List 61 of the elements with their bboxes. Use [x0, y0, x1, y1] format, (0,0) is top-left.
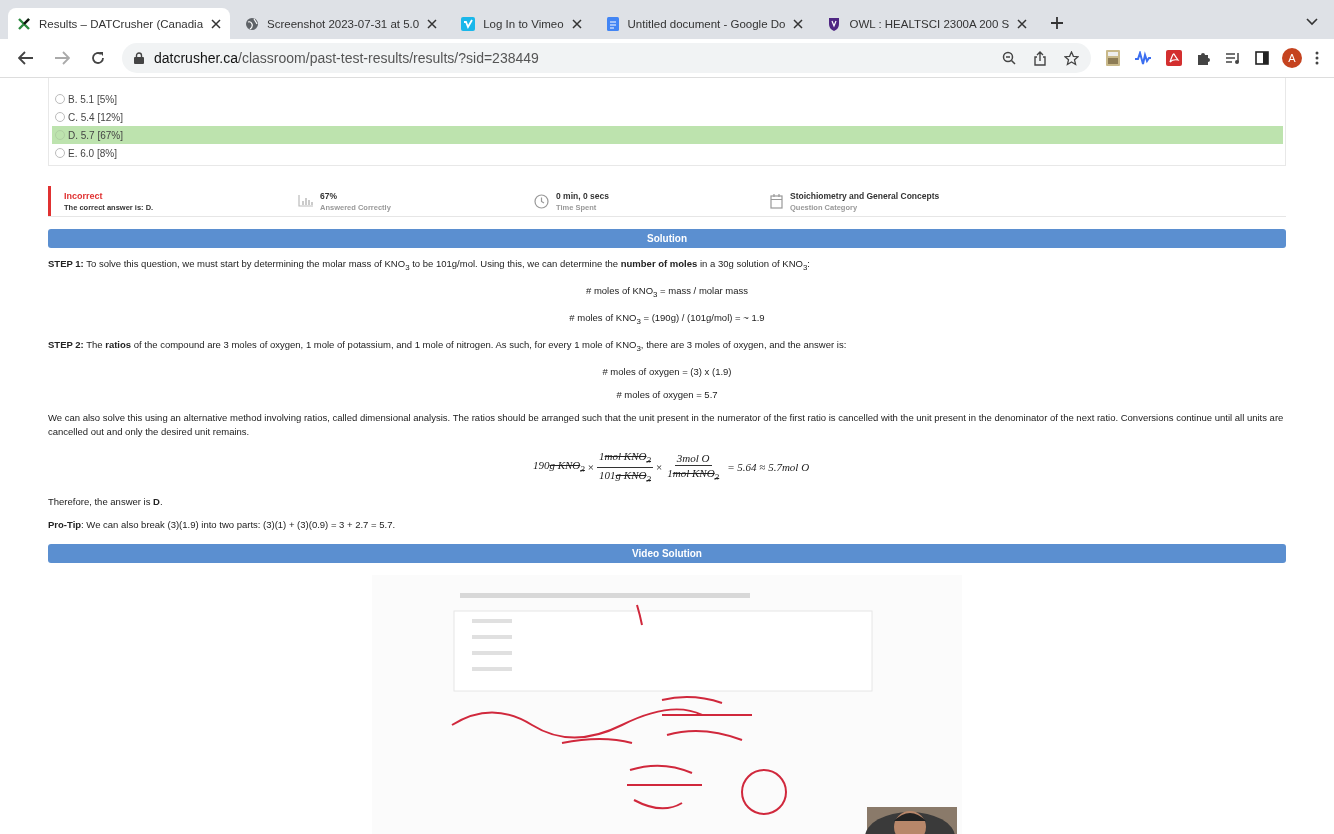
- stat-value: 0 min, 0 secs: [556, 190, 609, 201]
- close-icon[interactable]: [793, 18, 804, 29]
- close-icon[interactable]: [427, 18, 438, 29]
- more-icon[interactable]: [1315, 51, 1319, 65]
- chevron-down-icon[interactable]: [1306, 18, 1318, 26]
- url-text: datcrusher.ca/classroom/past-test-results/results/?sid=238449: [154, 50, 539, 66]
- reload-icon[interactable]: [90, 50, 106, 66]
- math-term: 190g KNO$_{3}$: [532, 458, 585, 477]
- bar-chart-icon: [298, 195, 313, 207]
- paragraph: Pro-Tip: We can also break (3)(1.9) into two parts: (3)(1) + (3)(0.9) = 3 + 2.7 = 5.7.: [48, 517, 397, 532]
- answer-option[interactable]: C. 5.4 [12%]: [52, 108, 1283, 126]
- section-header: Solution: [48, 229, 1286, 248]
- vimeo-icon: [461, 16, 476, 31]
- stat-value: 67%: [320, 190, 338, 201]
- result-status: Incorrect: [64, 190, 103, 201]
- equation: # moles of oxygen = 5.7: [615, 387, 719, 402]
- browser-tab[interactable]: Untitled document - Google Do: [596, 8, 813, 39]
- close-icon[interactable]: [1017, 18, 1028, 29]
- star-icon[interactable]: [1064, 50, 1079, 66]
- paragraph: We can also solve this using an alternative method involving ratios, called dimensional analysis. The ratios should be arranged such that the unit present in the numerator of the first ratio is cancelled with the unit present in the denominator of the next ratio. Conversions continue until all units are cancelled out and only the desired unit remains.: [48, 410, 1285, 439]
- address-bar[interactable]: datcrusher.ca/classroom/past-test-results/results/?sid=238449: [122, 43, 1091, 73]
- puzzle-icon[interactable]: [1196, 50, 1211, 66]
- browser-tab[interactable]: Screenshot 2023-07-31 at 5.0: [236, 8, 447, 39]
- share-icon[interactable]: [1034, 50, 1046, 66]
- browser-tab[interactable]: Results – DATCrusher (Canadia: [8, 8, 231, 39]
- math-fraction: 1mol KNO$_{3}$ 101g KNO$_{3}$: [597, 448, 653, 486]
- answer-option[interactable]: E. 6.0 [8%]: [52, 144, 1283, 162]
- profile-avatar[interactable]: A: [1282, 48, 1302, 68]
- math-fraction: 3mol O 1mol KNO$_{3}$: [666, 450, 721, 484]
- answer-option[interactable]: D. 5.7 [67%]: [52, 126, 1283, 144]
- equation: # moles of KNO$_{3}$ = (190g) / (101g/mol) = ~ 1.9: [568, 310, 766, 328]
- paragraph: STEP 2: The ratios of the compound are 3 moles of oxygen, 1 mole of potassium, and 1 mole of nitrogen. As such, for every 1 mole of KNO$_{3}$, there are 3 moles of oxygen, and the answer is:: [48, 337, 848, 355]
- x-logo-icon: [17, 16, 31, 31]
- playlist-icon[interactable]: [1225, 52, 1241, 64]
- globe-icon: [245, 16, 260, 31]
- calendar-icon: [770, 193, 783, 209]
- shield-icon: [827, 16, 842, 31]
- math-operator: ×: [656, 460, 663, 475]
- paragraph: STEP 1: To solve this question, we must start by determining the molar mass of KNO$_{3}$ to be 101g/mol. Using this, we can determine the number of moles in a 30g solution of KNO$_{3}$:: [48, 257, 811, 274]
- paragraph: Therefore, the answer is D.: [48, 494, 164, 509]
- answer-option[interactable]: B. 5.1 [5%]: [52, 90, 1283, 108]
- math-operator: ×: [587, 460, 595, 475]
- browser-tab[interactable]: Log In to Vimeo: [452, 8, 591, 39]
- math-result: = 5.64 ≈ 5.7mol O: [727, 460, 810, 475]
- close-icon[interactable]: [211, 18, 222, 29]
- zoom-icon[interactable]: [1002, 51, 1016, 65]
- section-header: Video Solution: [48, 543, 1286, 563]
- back-icon[interactable]: [18, 51, 34, 65]
- stat-value: Stoichiometry and General Concepts: [790, 190, 940, 201]
- pdf-icon[interactable]: [1166, 50, 1182, 66]
- side-panel-icon[interactable]: [1255, 51, 1269, 65]
- lock-icon: [134, 52, 144, 64]
- waveform-icon[interactable]: [1134, 51, 1152, 65]
- equation: # moles of oxygen = (3) x (1.9): [601, 364, 733, 379]
- browser-tab[interactable]: OWL : HEALTSCI 2300A 200 S: [818, 8, 1037, 39]
- calculator-icon[interactable]: [1106, 50, 1120, 66]
- clock-icon: [534, 193, 549, 209]
- equation: # moles of KNO$_{3}$ = mass / molar mass: [585, 283, 749, 301]
- document-icon: [605, 16, 620, 31]
- close-icon[interactable]: [571, 18, 582, 29]
- new-tab-icon[interactable]: [1050, 16, 1065, 30]
